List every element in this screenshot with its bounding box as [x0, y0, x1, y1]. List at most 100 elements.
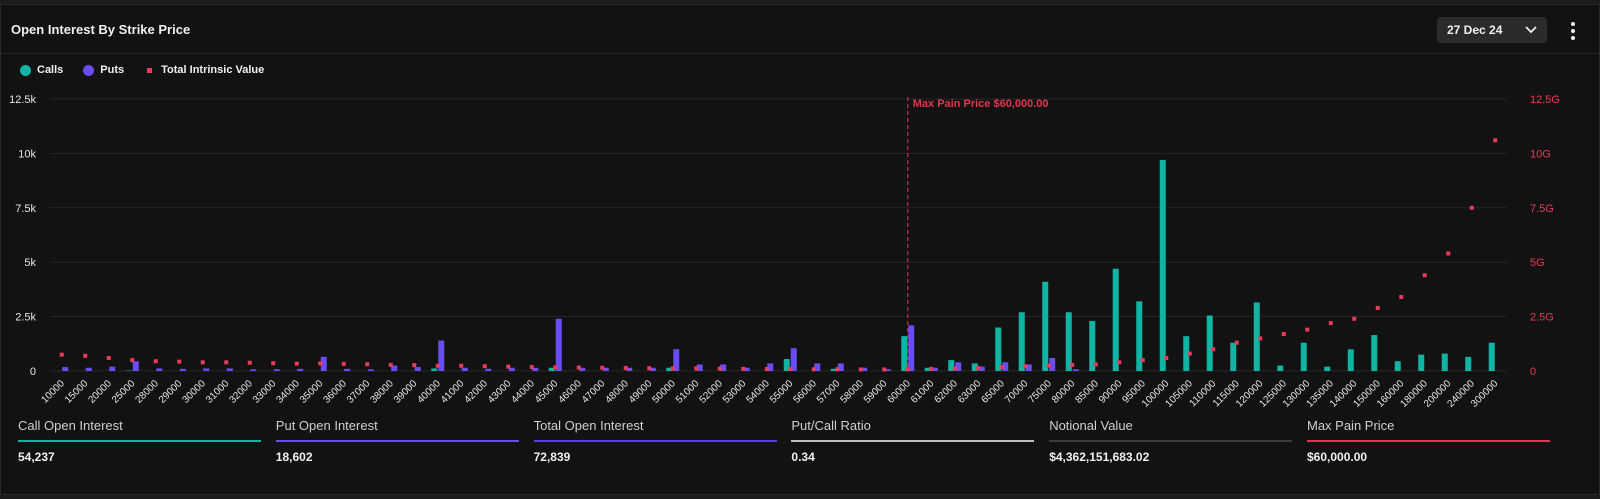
intrinsic-point — [435, 363, 440, 368]
x-tick-label: 70000 — [1003, 378, 1031, 406]
intrinsic-point — [835, 367, 840, 372]
stat-call-open-interest: Call Open Interest 54,237 — [18, 418, 261, 464]
intrinsic-legend-marker — [147, 67, 153, 73]
x-tick-label: 53000 — [721, 378, 749, 406]
x-tick-label: 63000 — [956, 378, 984, 406]
x-tick-label: 25000 — [110, 378, 138, 406]
x-tick-label: 54000 — [744, 378, 772, 406]
x-tick-label: 46000 — [556, 378, 584, 406]
x-tick-label: 41000 — [439, 378, 467, 406]
call-bar — [901, 336, 908, 371]
x-tick-label: 10000 — [39, 378, 67, 406]
intrinsic-point — [858, 367, 863, 372]
intrinsic-point — [1093, 362, 1098, 367]
x-tick-label: 62000 — [932, 378, 960, 406]
intrinsic-point — [741, 366, 746, 371]
intrinsic-point — [764, 367, 769, 372]
panel-title: Open Interest By Strike Price — [11, 22, 191, 37]
intrinsic-point — [412, 363, 417, 368]
stat-label: Put Open Interest — [275, 418, 378, 433]
y-tick-label-left: 5k — [24, 257, 36, 269]
stat-total-open-interest: Total Open Interest 72,839 — [533, 418, 777, 464]
intrinsic-point — [365, 362, 370, 367]
put-bar — [250, 369, 257, 371]
call-bar — [1230, 342, 1237, 371]
put-bar — [461, 367, 468, 371]
summary-stats: Call Open Interest 54,237 Put Open Inter… — [18, 418, 1550, 464]
put-bar — [226, 368, 233, 371]
stat-label: Notional Value — [1049, 418, 1133, 433]
call-bar — [1394, 361, 1401, 371]
call-bar — [1488, 342, 1495, 371]
stat-value: 0.34 — [791, 450, 815, 464]
put-bar — [555, 318, 562, 371]
x-tick-label: 47000 — [580, 378, 608, 406]
intrinsic-point — [1469, 205, 1474, 210]
intrinsic-point — [623, 365, 628, 370]
stat-notional-value: Notional Value $4,362,151,683.02 — [1049, 418, 1293, 464]
call-bar — [1159, 159, 1166, 371]
x-tick-label: 38000 — [368, 378, 396, 406]
x-tick-label: 52000 — [697, 378, 725, 406]
x-tick-label: 75000 — [1026, 378, 1054, 406]
put-bar — [297, 368, 304, 371]
intrinsic-point — [1211, 347, 1216, 352]
x-tick-label: 36000 — [321, 378, 349, 406]
intrinsic-point — [1117, 360, 1122, 365]
intrinsic-point — [482, 364, 487, 369]
intrinsic-point — [647, 366, 652, 371]
intrinsic-point — [717, 366, 722, 371]
more-options-icon[interactable] — [1563, 19, 1583, 43]
intrinsic-point — [1187, 351, 1192, 356]
x-tick-label: 300000 — [1469, 378, 1501, 410]
put-bar — [179, 368, 186, 371]
intrinsic-point — [388, 362, 393, 367]
intrinsic-point — [294, 361, 299, 366]
stat-put-call-ratio: Put/Call Ratio 0.34 — [791, 418, 1035, 464]
x-tick-label: 61000 — [909, 378, 937, 406]
x-tick-label: 60000 — [885, 378, 913, 406]
put-bar — [273, 369, 280, 371]
intrinsic-point — [1493, 138, 1498, 143]
stat-max-pain-price: Max Pain Price $60,000.00 — [1306, 418, 1550, 464]
put-bar — [485, 368, 492, 371]
panel-header: Open Interest By Strike Price 27 Dec 24 — [1, 5, 1599, 54]
intrinsic-point — [459, 363, 464, 368]
y-tick-label-left: 2.5k — [15, 312, 36, 324]
intrinsic-point — [1328, 321, 1333, 326]
intrinsic-point — [1234, 340, 1239, 345]
expiry-date-select[interactable]: 27 Dec 24 — [1437, 17, 1547, 43]
stat-value: $4,362,151,683.02 — [1049, 450, 1150, 464]
stat-label: Max Pain Price — [1306, 418, 1395, 433]
stat-underline — [1306, 440, 1550, 442]
x-tick-label: 49000 — [627, 378, 655, 406]
x-tick-label: 50000 — [650, 378, 678, 406]
x-tick-label: 31000 — [204, 378, 232, 406]
intrinsic-point — [1399, 295, 1404, 300]
legend-puts[interactable]: Puts — [83, 64, 124, 76]
x-tick-label: 56000 — [791, 378, 819, 406]
x-tick-label: 39000 — [392, 378, 420, 406]
legend-intrinsic[interactable]: Total Intrinsic Value — [144, 64, 264, 76]
put-bar — [156, 368, 163, 371]
y-tick-label-right: 5G — [1530, 257, 1545, 269]
put-bar — [109, 366, 116, 371]
y-tick-label-right: 7.5G — [1530, 203, 1554, 215]
intrinsic-point — [506, 364, 511, 369]
stat-value: $60,000.00 — [1306, 450, 1368, 464]
chart-legend: Calls Puts Total Intrinsic Value — [20, 64, 264, 76]
legend-calls[interactable]: Calls — [20, 64, 63, 76]
open-interest-chart: 12.5k 12.5G10k 10G7.5k 7.5G5k 5G2.5k 2.5G0 010… — [9, 94, 1560, 410]
put-bar — [344, 368, 351, 371]
call-bar — [1065, 312, 1072, 371]
call-bar — [995, 327, 1002, 371]
x-tick-label: 65000 — [979, 378, 1007, 406]
call-bar — [1441, 353, 1448, 371]
call-bar — [1347, 349, 1354, 371]
call-bar — [1042, 281, 1049, 371]
y-tick-label-right: 12.5G — [1530, 94, 1560, 106]
expiry-date-value: 27 Dec 24 — [1447, 23, 1503, 37]
intrinsic-point — [1046, 363, 1051, 368]
intrinsic-point — [1422, 273, 1427, 278]
x-tick-label: 40000 — [415, 378, 443, 406]
